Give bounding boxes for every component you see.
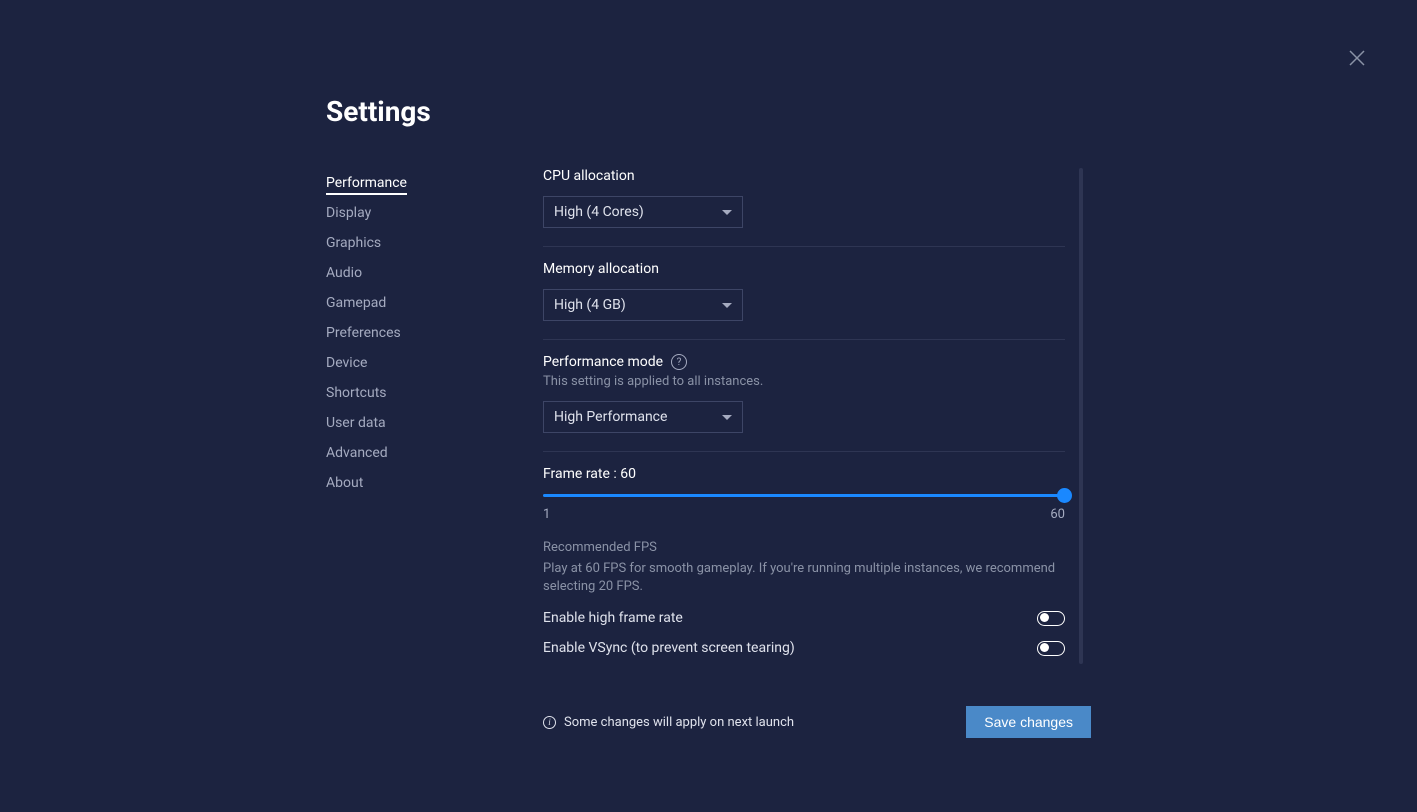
slider-thumb[interactable] [1057,488,1072,503]
info-text: i Some changes will apply on next launch [543,715,794,730]
page-title: Settings [326,95,1417,128]
frame-rate-label: Frame rate : 60 [543,466,1065,482]
sidebar-item-display[interactable]: Display [326,198,543,228]
sidebar-item-shortcuts[interactable]: Shortcuts [326,378,543,408]
sidebar-item-graphics[interactable]: Graphics [326,228,543,258]
recommended-fps-desc: Play at 60 FPS for smooth gameplay. If y… [543,560,1065,596]
toggle-knob [1040,613,1049,622]
sidebar-item-preferences[interactable]: Preferences [326,318,543,348]
sidebar-item-user-data[interactable]: User data [326,408,543,438]
info-message: Some changes will apply on next launch [564,715,794,730]
help-icon[interactable]: ? [671,354,687,370]
sidebar-item-audio[interactable]: Audio [326,258,543,288]
sidebar-item-label: Shortcuts [326,385,387,401]
sidebar-item-label: Audio [326,265,362,281]
performance-mode-label: Performance mode [543,354,663,370]
high-frame-rate-toggle[interactable] [1037,611,1065,626]
sidebar-item-label: Advanced [326,445,388,461]
close-button[interactable] [1347,48,1367,68]
close-icon [1347,48,1367,68]
performance-mode-dropdown[interactable]: High Performance [543,401,743,433]
sidebar-item-label: Graphics [326,235,381,251]
slider-min: 1 [543,507,550,522]
dropdown-value: High Performance [554,409,667,425]
dropdown-value: High (4 GB) [554,297,626,313]
dropdown-value: High (4 Cores) [554,204,644,220]
caret-down-icon [722,303,732,308]
memory-allocation-label: Memory allocation [543,261,1065,277]
sidebar-item-label: Gamepad [326,295,386,311]
settings-panel: CPU allocation High (4 Cores) Memory all… [543,168,1083,666]
vsync-label: Enable VSync (to prevent screen tearing) [543,640,795,656]
vsync-toggle[interactable] [1037,641,1065,656]
sidebar-item-device[interactable]: Device [326,348,543,378]
save-changes-button[interactable]: Save changes [966,706,1091,738]
high-frame-rate-label: Enable high frame rate [543,610,683,626]
caret-down-icon [722,415,732,420]
slider-max: 60 [1050,507,1065,522]
info-icon: i [543,716,556,729]
performance-mode-subtext: This setting is applied to all instances… [543,374,1065,389]
settings-sidebar: Performance Display Graphics Audio Gamep… [326,168,543,738]
sidebar-item-label: Preferences [326,325,401,341]
sidebar-item-label: Display [326,205,371,221]
toggle-knob [1040,643,1049,652]
sidebar-item-label: User data [326,415,386,431]
scrollbar[interactable] [1079,168,1083,664]
sidebar-item-gamepad[interactable]: Gamepad [326,288,543,318]
cpu-allocation-label: CPU allocation [543,168,1065,184]
sidebar-item-label: About [326,475,363,491]
sidebar-item-performance[interactable]: Performance [326,168,543,198]
memory-allocation-dropdown[interactable]: High (4 GB) [543,289,743,321]
recommended-fps-title: Recommended FPS [543,540,1065,555]
cpu-allocation-dropdown[interactable]: High (4 Cores) [543,196,743,228]
sidebar-item-label: Performance [326,175,407,195]
caret-down-icon [722,210,732,215]
frame-rate-slider[interactable] [543,494,1065,497]
sidebar-item-label: Device [326,355,367,371]
sidebar-item-about[interactable]: About [326,468,543,498]
sidebar-item-advanced[interactable]: Advanced [326,438,543,468]
